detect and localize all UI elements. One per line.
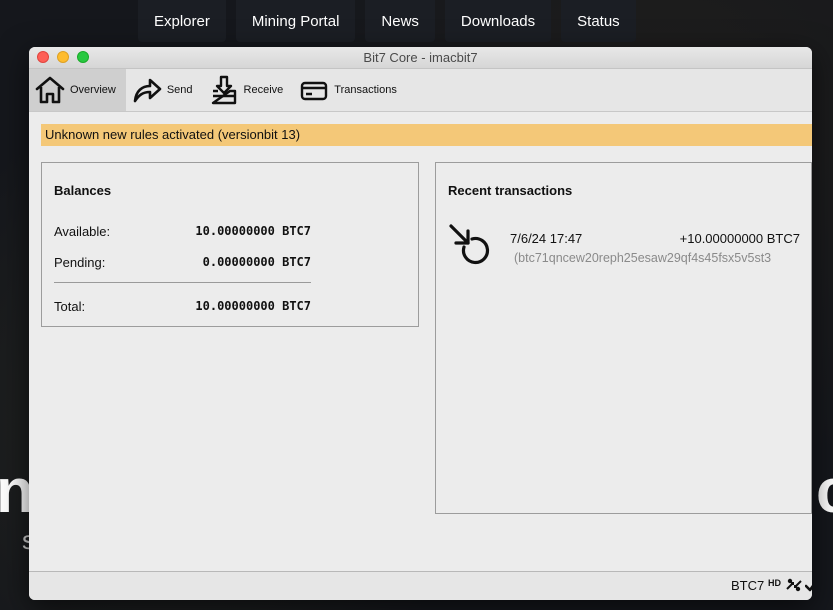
site-nav-status[interactable]: Status (561, 0, 636, 42)
total-label: Total: (54, 299, 86, 314)
available-value[interactable]: 10.00000000 BTC7 (195, 224, 311, 238)
transactions-tab[interactable]: Transactions (293, 69, 407, 111)
transactions-tab-label: Transactions (334, 84, 397, 96)
warning-banner: Unknown new rules activated (versionbit … (41, 124, 812, 146)
unit-selector[interactable]: BTC7 (731, 578, 764, 593)
overview-tab-label: Overview (70, 84, 116, 96)
tx-date[interactable]: 7/6/24 17:47 (510, 231, 582, 246)
recent-transactions-title: Recent transactions (448, 183, 573, 198)
total-value[interactable]: 10.00000000 BTC7 (195, 299, 311, 313)
window-title: Bit7 Core - imacbit7 (363, 50, 478, 65)
received-tx-icon (448, 221, 494, 272)
site-nav-explorer[interactable]: Explorer (138, 0, 226, 42)
receive-inbox-icon (208, 74, 240, 106)
site-nav: Explorer Mining Portal News Downloads St… (138, 0, 636, 42)
home-icon (34, 74, 66, 106)
receive-tab[interactable]: Receive (203, 69, 294, 111)
send-arrow-icon (131, 74, 163, 106)
receive-tab-label: Receive (243, 84, 284, 96)
available-label: Available: (54, 224, 111, 239)
balances-panel: Balances Available: 10.00000000 BTC7 Pen… (41, 162, 419, 327)
synced-check-icon[interactable] (804, 577, 812, 598)
pending-label: Pending: (54, 255, 106, 270)
site-hero-text-right: c (816, 456, 833, 527)
tx-amount[interactable]: +10.00000000 BTC7 (680, 231, 800, 246)
site-nav-downloads[interactable]: Downloads (444, 0, 552, 42)
balances-divider (54, 282, 311, 283)
pending-value[interactable]: 0.00000000 BTC7 (203, 255, 311, 269)
tx-address[interactable]: (btc71qncew20reph25esaw29qf4s45fsx5v5st3 (514, 251, 800, 265)
toolbar: Overview Send Receive Transactions (29, 69, 812, 112)
status-bar: BTC7 HD (29, 571, 812, 600)
app-window: Bit7 Core - imacbit7 Overview Send Recei… (29, 47, 812, 600)
site-nav-news[interactable]: News (365, 0, 435, 42)
network-activity-icon[interactable] (785, 577, 803, 598)
send-tab-label: Send (166, 84, 193, 96)
balances-title: Balances (54, 183, 112, 198)
send-tab[interactable]: Send (126, 69, 203, 111)
hd-wallet-indicator: HD (768, 578, 781, 588)
title-bar[interactable]: Bit7 Core - imacbit7 (29, 47, 812, 69)
overview-tab[interactable]: Overview (29, 69, 126, 111)
site-nav-mining-portal[interactable]: Mining Portal (235, 0, 356, 42)
credit-card-icon (298, 74, 330, 106)
recent-transactions-panel: Recent transactions 7/6/24 17:47 +10.000… (435, 162, 812, 514)
